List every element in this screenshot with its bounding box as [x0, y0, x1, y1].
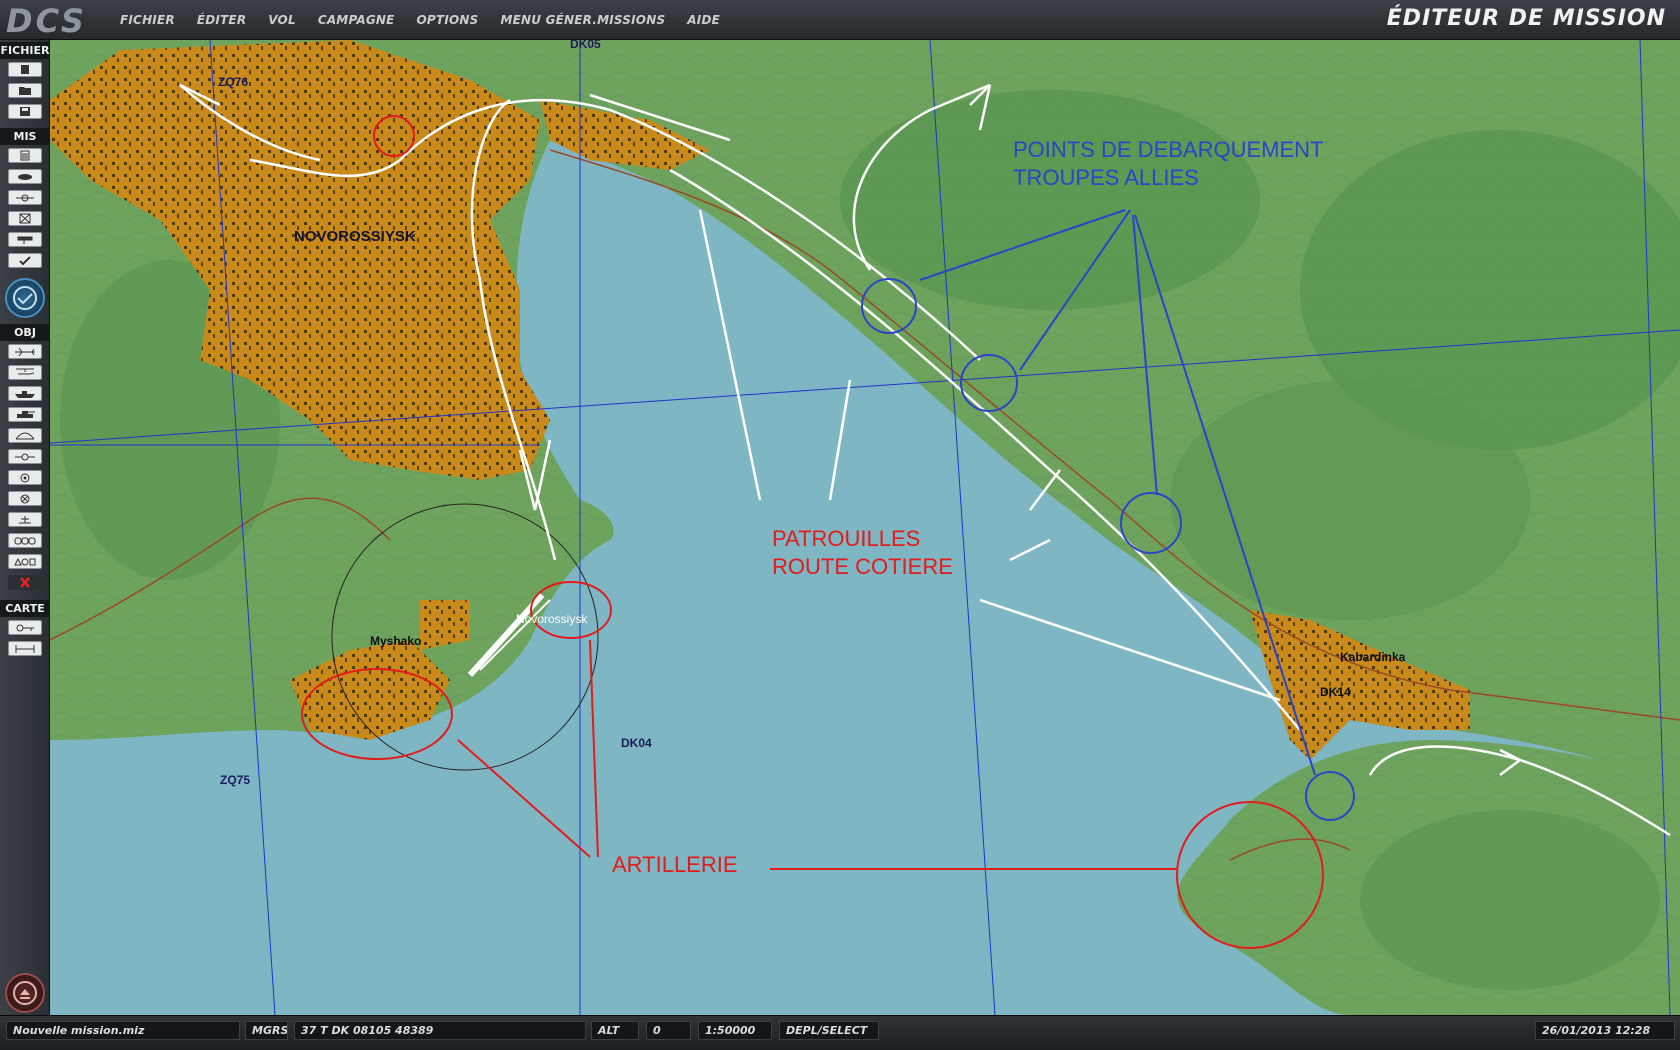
- static-object-icon[interactable]: [8, 428, 42, 443]
- template-icon[interactable]: [8, 512, 42, 527]
- status-scale: 1:50000: [698, 1021, 772, 1040]
- time-icon[interactable]: [5, 278, 45, 318]
- mission-map[interactable]: NOVOROSSIYSK Novorossiysk Myshako Kabard…: [50, 40, 1680, 1015]
- label-grid-dk04: DK04: [621, 736, 652, 750]
- ship-icon[interactable]: [8, 386, 42, 401]
- open-folder-icon[interactable]: [8, 83, 42, 98]
- status-coordinates: 37 T DK 08105 48389: [294, 1021, 586, 1040]
- menu-campagne[interactable]: CAMPAGNE: [318, 13, 395, 27]
- toolbar-section-obj: OBJ: [0, 324, 50, 341]
- status-alt-label: ALT: [591, 1021, 639, 1040]
- menu-fichier[interactable]: FICHIER: [120, 13, 175, 27]
- status-file-name: Nouvelle mission.miz: [6, 1021, 240, 1040]
- left-toolbar: FICHIER MIS OBJ CARTE: [0, 40, 50, 1015]
- ignore-icon[interactable]: [8, 491, 42, 506]
- label-myshako: Myshako: [370, 634, 422, 648]
- save-disk-icon[interactable]: [8, 104, 42, 119]
- menu-mission-generator[interactable]: MENU GÉNER.MISSIONS: [500, 13, 665, 27]
- menu-vol[interactable]: VOL: [268, 13, 296, 27]
- measure-icon[interactable]: [8, 641, 42, 656]
- toolbar-section-fichier: FICHIER: [0, 42, 50, 59]
- annotation-patrols: PATROUILLES ROUTE COTIERE: [772, 526, 953, 579]
- annotation-artillery: ARTILLERIE: [612, 852, 738, 877]
- toolbar-section-carte: CARTE: [0, 600, 50, 617]
- check-icon[interactable]: [8, 253, 42, 268]
- status-coord-system[interactable]: MGRS: [245, 1021, 288, 1040]
- failures-icon[interactable]: [8, 211, 42, 226]
- target-icon[interactable]: [8, 470, 42, 485]
- goals-icon[interactable]: [8, 232, 42, 247]
- status-bar: Nouvelle mission.miz MGRS 37 T DK 08105 …: [0, 1015, 1680, 1050]
- menu-aide[interactable]: AIDE: [687, 13, 720, 27]
- briefing-icon[interactable]: [8, 148, 42, 163]
- menu-options[interactable]: OPTIONS: [417, 13, 479, 27]
- toolbar-section-mis: MIS: [0, 128, 50, 145]
- status-alt-value: 0: [646, 1021, 691, 1040]
- vehicle-group-icon[interactable]: [8, 533, 42, 548]
- annotation-landing-points: POINTS DE DEBARQUEMENT TROUPES ALLIES: [1013, 137, 1324, 190]
- dcs-logo-text: DCS: [6, 2, 87, 38]
- eject-icon[interactable]: [5, 973, 45, 1013]
- tank-icon[interactable]: [8, 407, 42, 422]
- ruler-key-icon[interactable]: [8, 620, 42, 635]
- main-menu: FICHIER ÉDITER VOL CAMPAGNE OPTIONS MENU…: [120, 0, 742, 40]
- weather-icon[interactable]: [8, 169, 42, 184]
- top-menu-bar: DCS FICHIER ÉDITER VOL CAMPAGNE OPTIONS …: [0, 0, 1680, 40]
- menu-editer[interactable]: ÉDITER: [197, 13, 246, 27]
- label-novorossiysk-city: NOVOROSSIYSK: [294, 228, 416, 245]
- label-grid-dk14: DK14: [1320, 685, 1351, 699]
- label-grid-zq75: ZQ75: [220, 773, 251, 787]
- status-datetime: 26/01/2013 12:28: [1535, 1021, 1675, 1040]
- label-novorossiysk-airfield: Novorossiysk: [516, 612, 588, 626]
- helicopter-icon[interactable]: [8, 365, 42, 380]
- status-mode: DEPL/SELECT: [779, 1021, 879, 1040]
- triggers-icon[interactable]: [8, 190, 42, 205]
- label-kabardinka: Kabardinka: [1340, 650, 1406, 664]
- new-file-icon[interactable]: [8, 62, 42, 77]
- label-grid-zq76: ZQ76: [218, 75, 249, 89]
- app-title: ÉDITEUR DE MISSION: [1386, 6, 1666, 31]
- label-grid-dk05: DK05: [570, 40, 601, 51]
- airplane-icon[interactable]: [8, 344, 42, 359]
- waypoint-icon[interactable]: [8, 449, 42, 464]
- delete-icon[interactable]: [8, 575, 42, 590]
- dcs-logo: DCS: [6, 2, 87, 38]
- shapes-icon[interactable]: [8, 554, 42, 569]
